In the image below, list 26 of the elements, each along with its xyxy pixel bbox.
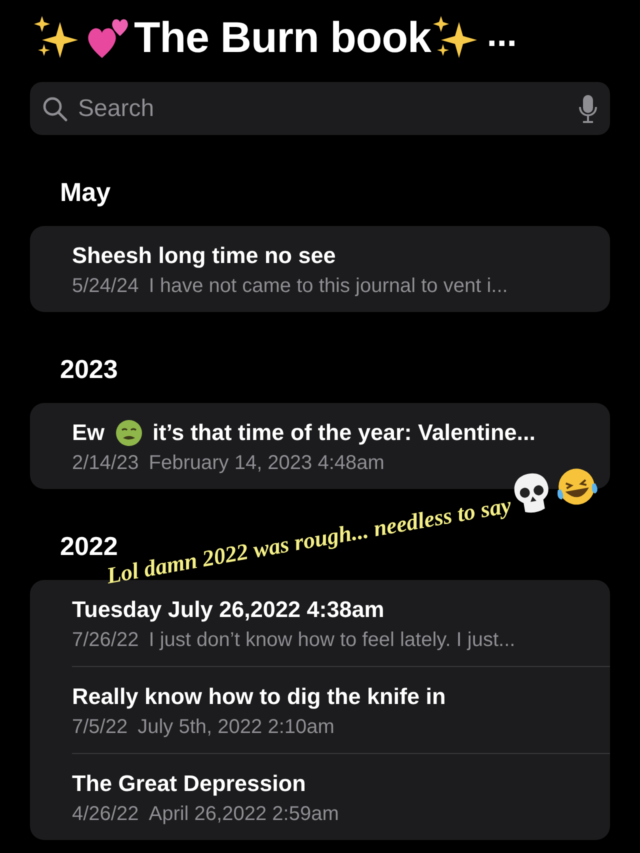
- note-date: 4/26/22: [72, 803, 139, 826]
- note-title: Ew: [72, 420, 105, 446]
- note-title: Really know how to dig the knife in: [72, 684, 446, 710]
- note-preview: July 5th, 2022 2:10am: [138, 716, 334, 739]
- note-date: 2/14/23: [72, 452, 139, 475]
- note-title: The Great Depression: [72, 771, 306, 797]
- search-icon: [42, 96, 68, 122]
- note-date: 5/24/24: [72, 275, 139, 298]
- note-preview: I just don’t know how to feel lately. I just...: [148, 629, 516, 652]
- section-heading: May: [60, 177, 111, 208]
- note-date: 7/5/22: [72, 716, 128, 739]
- microphone-icon[interactable]: [578, 94, 598, 124]
- search-field[interactable]: Search: [30, 82, 610, 135]
- note-title: it’s that time of the year: Valentine...: [152, 420, 536, 446]
- note-preview: February 14, 2023 4:48am: [148, 452, 384, 475]
- sick-face-icon: [114, 419, 143, 447]
- note-preview: I have not came to this journal to vent i...: [148, 275, 508, 298]
- note-title: Sheesh long time no see: [72, 243, 336, 269]
- section-heading: 2022: [60, 531, 118, 562]
- note-date: 7/26/22: [72, 629, 139, 652]
- note-preview: April 26,2022 2:59am: [148, 803, 339, 826]
- notes-folder-title: The Burn book: [134, 14, 431, 62]
- note-title: Tuesday July 26,2022 4:38am: [72, 597, 384, 623]
- search-input[interactable]: Search: [76, 94, 570, 124]
- title-ellipsis: ...: [486, 13, 517, 55]
- section-heading: 2023: [60, 354, 118, 385]
